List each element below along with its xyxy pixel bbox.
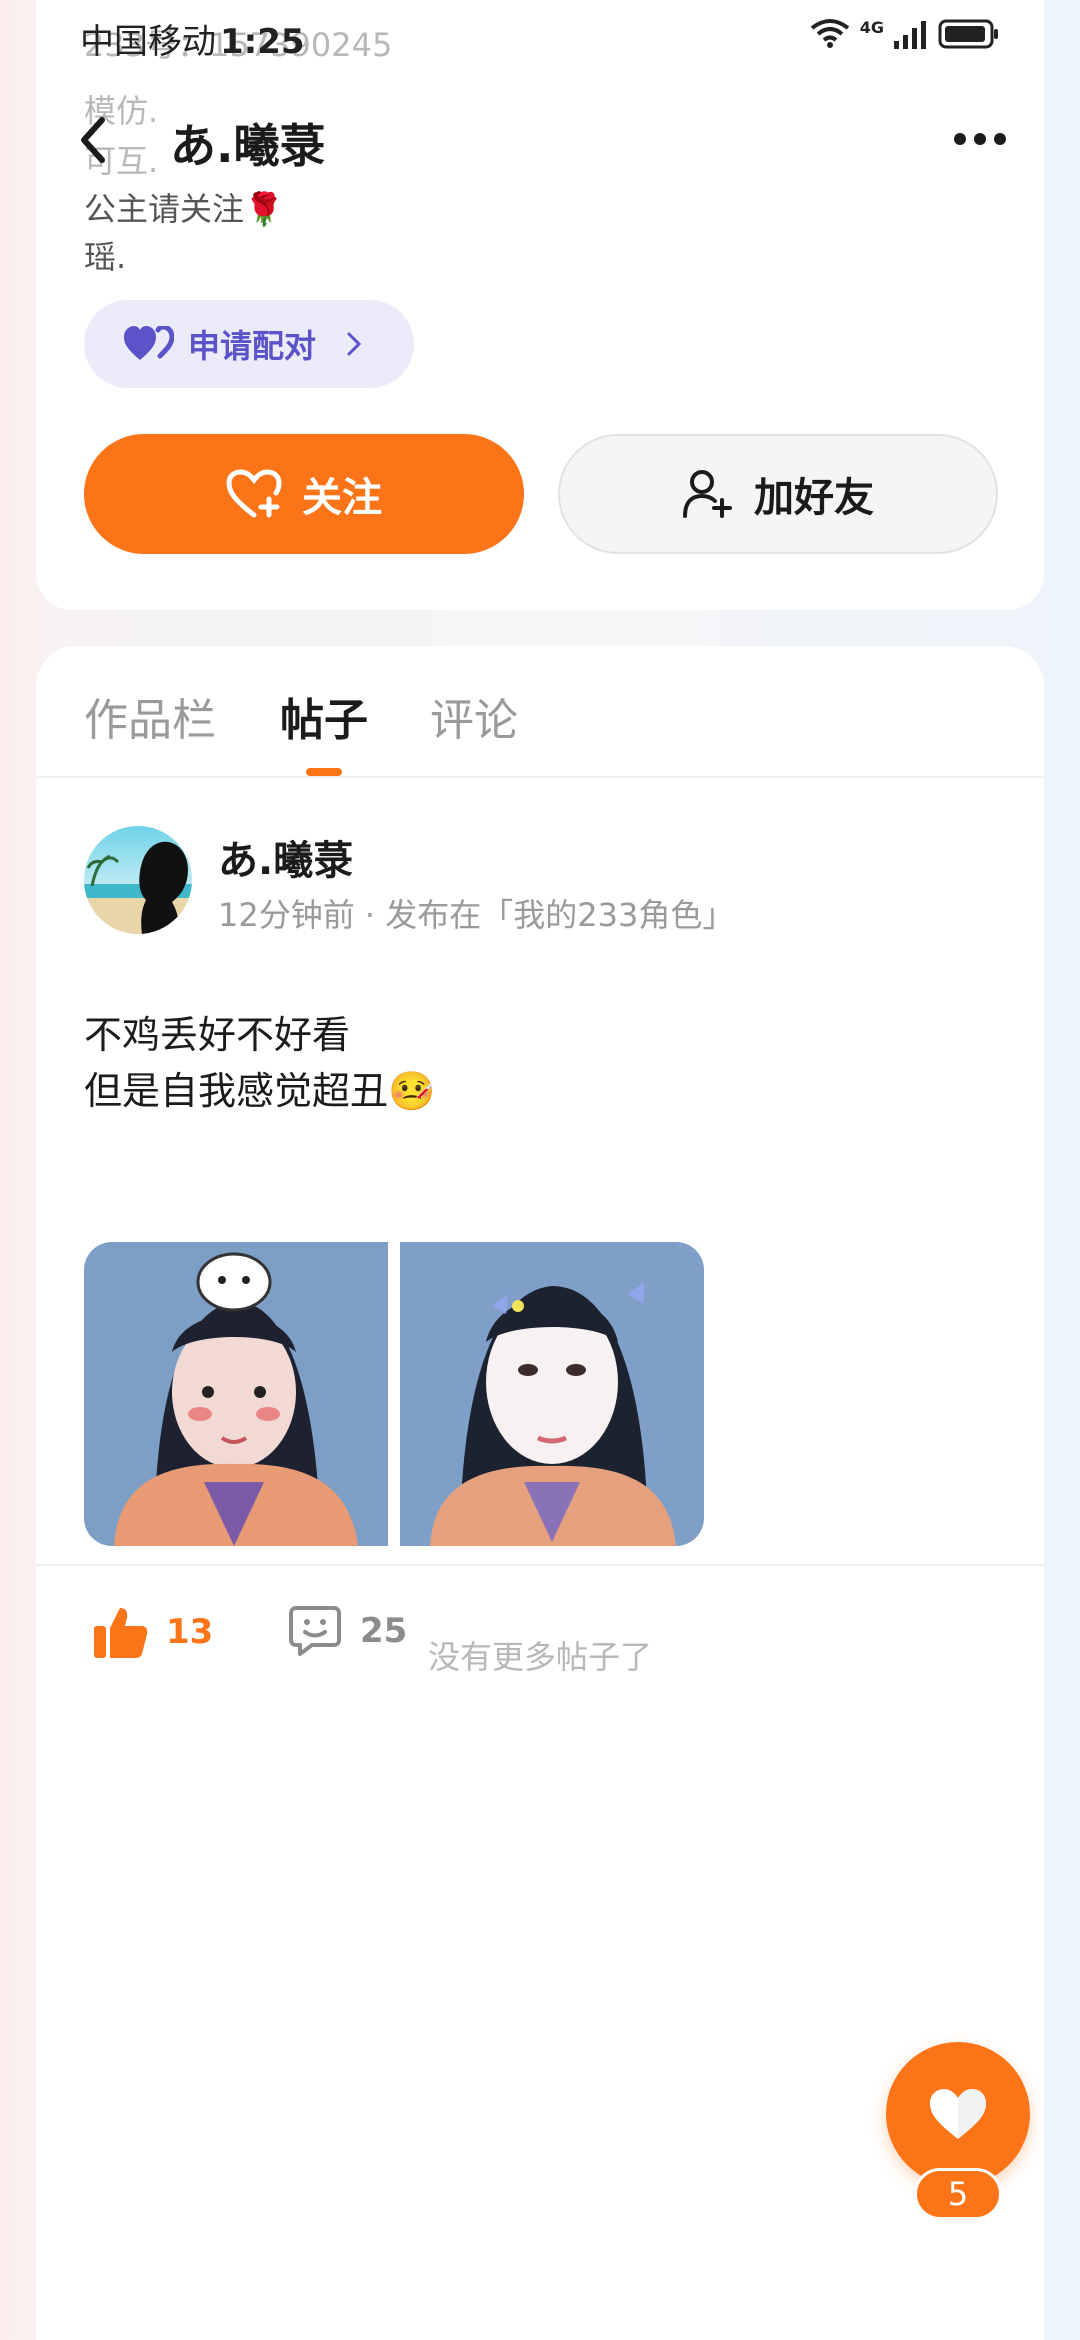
no-more-posts: 没有更多帖子了 [427, 1638, 652, 1676]
post-text-line-1: 不鸡丢好不好看 [84, 1013, 351, 1057]
network-label: 4G [859, 17, 884, 37]
carrier-name: 中国移动 [80, 22, 216, 62]
tab-posts[interactable]: 帖子 [280, 684, 368, 748]
post-author[interactable]: あ.曦菉 [218, 828, 353, 886]
add-friend-label: 加好友 [754, 475, 874, 521]
signal-icon [894, 21, 926, 49]
tab-works[interactable]: 作品栏 [84, 684, 216, 748]
post-photo-2[interactable] [400, 1242, 704, 1546]
bio-line-2: 瑶. [84, 238, 127, 276]
hearts-icon [124, 326, 174, 360]
post-photo-2-image [400, 1242, 704, 1546]
profile-card: 233号：157390245 模仿. 可互. 公主请关注🌹 瑶. 申请配对 关注… [36, 0, 1044, 610]
follow-button[interactable]: 关注 [84, 434, 524, 554]
status-carrier: 中国移动 1:25 [80, 14, 305, 63]
back-arrow-icon[interactable] [72, 112, 116, 168]
heart-plus-icon [226, 469, 282, 518]
tab-bar: 作品栏 帖子 评论 [36, 646, 1044, 778]
add-friend-button[interactable]: 加好友 [558, 434, 998, 554]
bio-line-1: 公主请关注🌹 [84, 190, 284, 228]
post-item[interactable]: あ.曦菉 12分钟前 · 发布在「我的233角色」 不鸡丢好不好看 但是自我感觉… [36, 778, 1044, 1658]
nav-title: あ.曦菉 [170, 119, 326, 173]
avatar-image [84, 841, 192, 934]
status-time: 1:25 [220, 22, 305, 62]
tab-active-indicator [306, 768, 342, 776]
wifi-icon [810, 19, 849, 48]
post-photo-1-image [84, 1242, 388, 1546]
more-icon[interactable] [950, 124, 1010, 154]
status-bar: 中国移动 1:25 4G [0, 0, 1080, 80]
floating-like-button[interactable] [886, 2042, 1030, 2186]
apply-pair-button[interactable]: 申请配对 [84, 300, 414, 388]
floating-like-count: 5 [914, 2168, 1002, 2220]
status-icons: 4G [810, 18, 1000, 50]
post-photo-1[interactable] [84, 1242, 388, 1546]
add-user-icon [683, 470, 732, 518]
follow-label: 关注 [302, 475, 382, 521]
post-meta: 12分钟前 · 发布在「我的233角色」 [218, 896, 735, 934]
post-text-line-2: 但是自我感觉超丑🤒 [84, 1069, 436, 1113]
avatar[interactable] [84, 826, 192, 934]
battery-icon [938, 19, 998, 49]
top-nav: あ.曦菉 [0, 100, 1080, 180]
heart-icon [930, 2089, 986, 2139]
apply-pair-label: 申请配对 [188, 327, 317, 365]
tab-comments[interactable]: 评论 [430, 684, 518, 748]
chevron-right-icon [347, 332, 362, 356]
